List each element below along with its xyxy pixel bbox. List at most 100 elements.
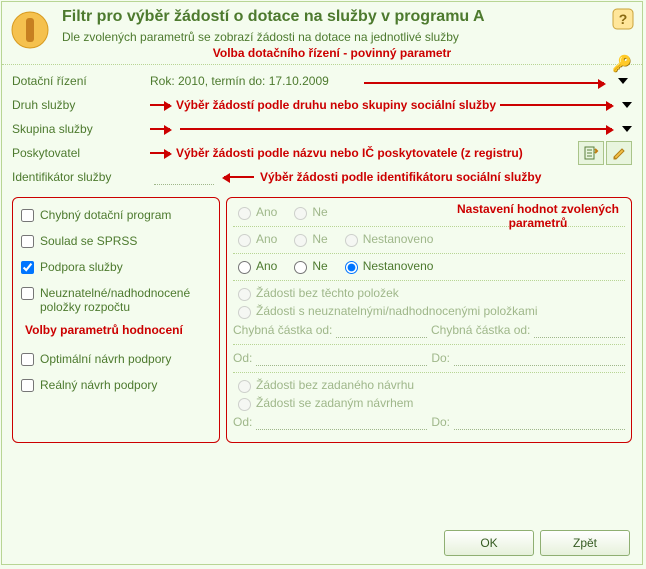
check-neuznatelne[interactable]: Neuznatelné/nadhodnocené položky rozpočt… [19, 286, 213, 314]
radio-s-navrhem[interactable] [238, 398, 251, 411]
dropdown-icon[interactable] [618, 78, 628, 84]
label-do: Do: [431, 351, 450, 365]
input-do[interactable] [454, 349, 625, 366]
radio-label: Ano [256, 259, 277, 273]
lookup-button[interactable] [578, 141, 604, 165]
check-soulad-sprss[interactable]: Soulad se SPRSS [19, 234, 213, 248]
label-druh-sluzby: Druh služby [12, 98, 150, 112]
radio-bez-polozek[interactable] [238, 288, 251, 301]
value-identifikator[interactable]: Výběr žádosti podle identifikátoru sociá… [150, 170, 632, 185]
checkbox[interactable] [21, 379, 34, 392]
radio-s-polozkami[interactable] [238, 306, 251, 319]
radio-nestanoveno[interactable] [345, 234, 358, 247]
input-chybna-od[interactable] [336, 321, 427, 338]
back-button[interactable]: Zpět [540, 530, 630, 556]
dialog-subtitle: Dle zvolených parametrů se zobrazí žádos… [62, 30, 632, 44]
input-od[interactable] [256, 413, 427, 430]
label-od: Od: [233, 351, 252, 365]
group-optimalni: Od: Do: [233, 349, 625, 366]
separator [233, 253, 625, 254]
radio-bez-navrhu[interactable] [238, 380, 251, 393]
checkbox[interactable] [21, 261, 34, 274]
help-icon[interactable]: ? [612, 8, 634, 30]
annotation-identifier: Výběr žádosti podle identifikátoru sociá… [260, 170, 541, 184]
annotation-arrow [180, 128, 612, 130]
checkbox[interactable] [21, 235, 34, 248]
radio-ne[interactable] [294, 261, 307, 274]
label-chybna-do: Chybná částka od: [431, 323, 530, 337]
dropdown-icon[interactable] [622, 102, 632, 108]
text-dotacni-rizeni: Rok: 2010, termín do: 17.10.2009 [150, 74, 329, 88]
dropdown-icon[interactable] [622, 126, 632, 132]
separator [233, 280, 625, 281]
input-do[interactable] [454, 413, 625, 430]
header: ? 🔑 Filtr pro výběr žádostí o dotace na … [2, 2, 642, 65]
check-label: Soulad se SPRSS [40, 234, 137, 248]
radio-ne[interactable] [294, 234, 307, 247]
check-optimalni-navrh[interactable]: Optimální návrh podpory [19, 352, 213, 366]
check-realny-navrh[interactable]: Reálný návrh podpory [19, 378, 213, 392]
panel-right: Nastavení hodnot zvolených parametrů Ano… [226, 197, 632, 443]
label-chybna-od: Chybná částka od: [233, 323, 332, 337]
row-druh-sluzby: Druh služby Výběr žádostí podle druhu ne… [12, 93, 632, 117]
annotation-top: Volba dotačního řízení - povinný paramet… [62, 46, 632, 60]
radio-ne[interactable] [294, 207, 307, 220]
check-label: Podpora služby [40, 260, 123, 274]
label-do: Do: [431, 415, 450, 429]
group-neuznatelne: Žádosti bez těchto položek Žádosti s neu… [233, 285, 625, 338]
radio-ano[interactable] [238, 207, 251, 220]
clear-button[interactable] [606, 141, 632, 165]
radio-label: Ne [312, 232, 327, 246]
radio-nestanoveno[interactable] [345, 261, 358, 274]
dialog-title: Filtr pro výběr žádostí o dotace na služ… [62, 8, 632, 26]
filters-area: Dotační řízení Rok: 2010, termín do: 17.… [2, 65, 642, 191]
annotation-arrow [224, 176, 254, 178]
label-dotacni-rizeni: Dotační řízení [12, 74, 150, 88]
value-druh-sluzby[interactable]: Výběr žádostí podle druhu nebo skupiny s… [150, 98, 632, 112]
button-bar: OK Zpět [444, 530, 630, 556]
radio-ano[interactable] [238, 261, 251, 274]
value-skupina-sluzby[interactable] [150, 126, 632, 132]
radio-label: Žádosti bez zadaného návrhu [256, 378, 414, 392]
separator [233, 372, 625, 373]
check-label: Reálný návrh podpory [40, 378, 157, 392]
radio-ano[interactable] [238, 234, 251, 247]
check-label: Neuznatelné/nadhodnocené položky rozpočt… [40, 286, 213, 314]
group-realny: Žádosti bez zadaného návrhu Žádosti se z… [233, 377, 625, 430]
radio-label: Žádosti s neuznatelnými/nadhodnocenými p… [256, 304, 538, 318]
ok-button[interactable]: OK [444, 530, 534, 556]
identifikator-input[interactable] [154, 170, 214, 185]
annotation-arrow [500, 104, 612, 106]
annotation-arrow [150, 152, 170, 154]
label-skupina-sluzby: Skupina služby [12, 122, 150, 136]
annotation-provider: Výběr žádosti podle názvu nebo IČ poskyt… [176, 146, 523, 160]
checkbox[interactable] [21, 287, 34, 300]
annotation-right-panel: Nastavení hodnot zvolených parametrů [453, 202, 623, 230]
value-poskytovatel: Výběr žádosti podle názvu nebo IČ poskyt… [150, 141, 632, 165]
annotation-arrow [150, 128, 170, 130]
dialog-window: ? 🔑 Filtr pro výběr žádostí o dotace na … [1, 1, 643, 565]
app-icon [10, 10, 50, 50]
check-label: Chybný dotační program [40, 208, 171, 222]
check-chybny-program[interactable]: Chybný dotační program [19, 208, 213, 222]
radio-label: Žádosti se zadaným návrhem [256, 396, 413, 410]
label-od: Od: [233, 415, 252, 429]
input-chybna-do[interactable] [534, 321, 625, 338]
checkbox[interactable] [21, 353, 34, 366]
radio-label: Nestanoveno [363, 232, 434, 246]
panel-left: Chybný dotační program Soulad se SPRSS P… [12, 197, 220, 443]
input-od[interactable] [256, 349, 427, 366]
annotation-arrow [150, 104, 170, 106]
radio-label: Ano [256, 205, 277, 219]
radio-label: Ne [312, 205, 327, 219]
row-poskytovatel: Poskytovatel Výběr žádosti podle názvu n… [12, 141, 632, 165]
annotation-arrow [364, 82, 604, 84]
check-podpora-sluzby[interactable]: Podpora služby [19, 260, 213, 274]
value-dotacni-rizeni[interactable]: Rok: 2010, termín do: 17.10.2009 [150, 74, 632, 88]
row-identifikator: Identifikátor služby Výběr žádosti podle… [12, 165, 632, 189]
checkbox[interactable] [21, 209, 34, 222]
panels-area: Chybný dotační program Soulad se SPRSS P… [2, 191, 642, 443]
group-soulad-sprss: Ano Ne Nestanoveno [233, 231, 625, 247]
row-skupina-sluzby: Skupina služby [12, 117, 632, 141]
annotation-left-panel: Volby parametrů hodnocení [19, 320, 213, 348]
